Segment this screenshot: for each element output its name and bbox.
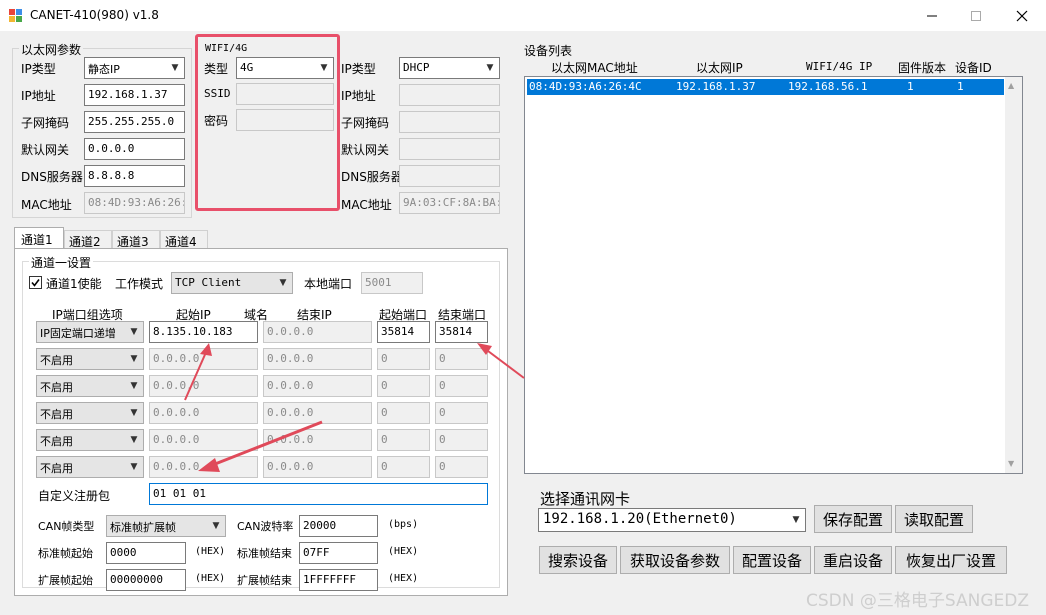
arrow-end-port bbox=[483, 347, 525, 379]
arrow-start-ip bbox=[184, 349, 208, 401]
arrow-start-ip-head bbox=[200, 343, 212, 356]
annotation-arrows bbox=[184, 343, 525, 472]
arrow-last-row-head bbox=[198, 458, 220, 472]
watermark: CSDN @三格电子SANGEDZ bbox=[806, 591, 1029, 611]
arrow-last-row bbox=[209, 420, 323, 468]
